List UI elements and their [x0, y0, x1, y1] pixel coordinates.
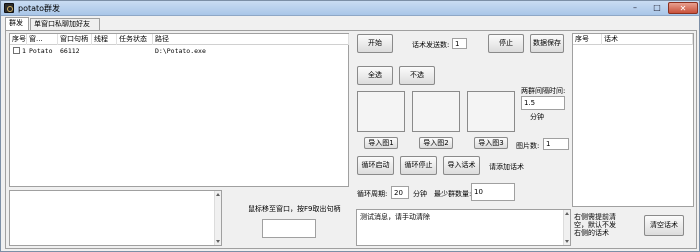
image-preview-2[interactable]	[412, 91, 460, 132]
close-button[interactable]: ✕	[668, 2, 698, 14]
scroll-down-icon[interactable]	[565, 240, 569, 243]
loop-start-button[interactable]: 循环启动	[357, 156, 394, 175]
handle-input[interactable]	[262, 219, 316, 238]
row-path: D:\Potato.exe	[155, 47, 206, 55]
start-button[interactable]: 开始	[357, 34, 393, 53]
image-preview-3[interactable]	[467, 91, 515, 132]
grid-header-thread[interactable]: 线程	[92, 34, 117, 45]
message-text: 测试消息，请手动清除	[360, 213, 430, 221]
save-data-button[interactable]: 数据保存	[530, 34, 564, 53]
min-groups-input[interactable]: 10	[471, 183, 515, 201]
deselect-all-button[interactable]: 不选	[399, 66, 435, 85]
speech-header-text[interactable]: 话术	[602, 34, 693, 45]
clear-speech-button[interactable]: 清空话术	[644, 215, 684, 236]
row-checkbox[interactable]	[13, 47, 20, 54]
loop-stop-button[interactable]: 循环停止	[400, 156, 437, 175]
send-count-input[interactable]: 1	[452, 38, 467, 49]
row-handle: 66112	[60, 47, 80, 55]
scroll-down-icon[interactable]	[216, 240, 220, 243]
log-scrollbar[interactable]	[214, 191, 221, 245]
window-grid[interactable]: 序号 窗... 窗口句柄 线程 任务状态 路径 1 Potato 66112 D…	[9, 33, 349, 187]
loop-period-label: 循环周期:	[357, 190, 388, 198]
tab-private-chat[interactable]: 单窗口私聊加好友	[30, 18, 100, 30]
grid-header-status[interactable]: 任务状态	[117, 34, 153, 45]
import-image-2-button[interactable]: 导入图2	[419, 137, 453, 149]
import-speech-button[interactable]: 导入话术	[443, 156, 480, 175]
speech-header-index[interactable]: 序号	[573, 34, 602, 45]
table-row[interactable]: 1 Potato 66112 D:\Potato.exe	[10, 46, 348, 56]
scroll-up-icon[interactable]	[216, 193, 220, 196]
interval-input[interactable]: 1.5	[521, 96, 565, 110]
add-speech-hint: 请添加话术	[489, 163, 524, 171]
row-name: Potato	[29, 47, 53, 55]
send-count-label: 话术发送数:	[412, 41, 450, 49]
message-scrollbar[interactable]	[563, 210, 570, 245]
log-textarea[interactable]	[9, 190, 222, 246]
grid-header-path[interactable]: 路径	[153, 34, 349, 45]
select-all-button[interactable]: 全选	[357, 66, 393, 85]
interval-unit-label: 分钟	[530, 113, 544, 121]
message-textarea[interactable]: 测试消息，请手动清除	[356, 209, 571, 246]
row-status	[117, 46, 153, 56]
speech-list-header: 序号 话术	[573, 34, 693, 45]
min-groups-label: 最少群数量:	[434, 190, 472, 198]
side-hint-label: 右侧需提前清空，默认不发右侧的话术	[574, 213, 616, 237]
main-panel: 序号 窗... 窗口句柄 线程 任务状态 路径 1 Potato 66112 D…	[5, 30, 697, 249]
image-count-input[interactable]: 1	[543, 138, 569, 150]
app-logo-icon	[4, 3, 14, 13]
image-count-label: 图片数:	[516, 142, 540, 150]
stop-button[interactable]: 停止	[488, 34, 524, 53]
app-window: potato群发 – □ ✕ 群发 单窗口私聊加好友 序号 窗... 窗口句柄 …	[0, 0, 700, 252]
tab-mass-send[interactable]: 群发	[5, 17, 29, 30]
grid-header: 序号 窗... 窗口句柄 线程 任务状态 路径	[10, 34, 349, 45]
import-image-3-button[interactable]: 导入图3	[474, 137, 508, 149]
grid-header-index[interactable]: 序号	[10, 34, 27, 45]
minimize-button[interactable]: –	[624, 2, 646, 14]
grid-header-handle[interactable]: 窗口句柄	[58, 34, 92, 45]
grid-header-name[interactable]: 窗...	[27, 34, 58, 45]
maximize-button[interactable]: □	[646, 2, 668, 14]
import-image-1-button[interactable]: 导入图1	[364, 137, 398, 149]
window-title: potato群发	[18, 4, 61, 13]
speech-list[interactable]: 序号 话术	[572, 33, 694, 207]
loop-period-input[interactable]: 20	[391, 186, 409, 199]
scroll-up-icon[interactable]	[565, 212, 569, 215]
title-bar[interactable]: potato群发 – □ ✕	[1, 1, 699, 16]
row-thread	[92, 46, 117, 56]
image-preview-1[interactable]	[357, 91, 405, 132]
interval-label: 两群间隔时间:	[521, 87, 566, 95]
hover-hint-label: 鼠标移至窗口，按F9取出句柄	[248, 205, 341, 213]
loop-period-unit: 分钟	[413, 190, 427, 198]
